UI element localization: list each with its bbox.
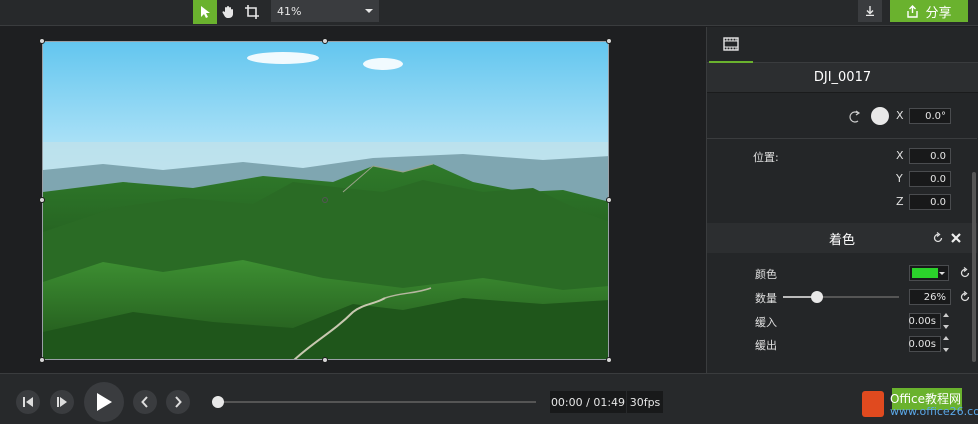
previous-marker-button[interactable] (133, 390, 157, 414)
position-z-input[interactable]: 0.0 (909, 194, 951, 210)
center-handle[interactable] (322, 197, 328, 203)
color-reset-icon[interactable] (959, 267, 971, 279)
top-toolbar: 41% 分享 (0, 0, 978, 26)
colorize-title: 着色 (828, 232, 855, 248)
play-button[interactable] (84, 382, 124, 422)
arrow-cursor-icon (201, 6, 210, 18)
amount-label: 数量 (755, 292, 777, 305)
position-z-label: Z (896, 195, 904, 208)
rotation-x-label: X (896, 109, 904, 122)
amount-slider[interactable] (783, 291, 899, 303)
rotation-section: X 0.0° (707, 94, 977, 134)
fps-display[interactable]: 30fps (627, 391, 663, 413)
panel-tabs (707, 27, 978, 63)
rotation-dial[interactable] (871, 107, 889, 125)
pan-tool-button[interactable] (216, 0, 240, 24)
share-button[interactable]: 分享 (890, 0, 968, 22)
ease-out-label: 缓出 (755, 339, 777, 352)
watermark: Office教程网 www.office26.com (858, 387, 978, 421)
resize-handle-top-right[interactable] (606, 38, 612, 44)
hand-icon (222, 6, 233, 18)
timeline-scrubber[interactable] (212, 396, 536, 408)
resize-handle-top[interactable] (322, 38, 328, 44)
office-logo-icon (862, 391, 884, 417)
film-icon (723, 37, 739, 51)
position-y-label: Y (896, 172, 903, 185)
resize-handle-top-left[interactable] (39, 38, 45, 44)
tab-visual-properties[interactable] (709, 27, 753, 63)
clip-title: DJI_0017 (707, 63, 978, 93)
step-forward-button[interactable] (50, 390, 74, 414)
step-forward-icon (57, 397, 67, 407)
reset-icon[interactable] (932, 232, 944, 244)
position-x-input[interactable]: 0.0 (909, 148, 951, 164)
resize-handle-bottom-right[interactable] (606, 357, 612, 363)
resize-handle-right[interactable] (606, 197, 612, 203)
amount-input[interactable]: 26% (909, 289, 951, 305)
color-picker[interactable] (909, 265, 949, 281)
rotate-icon (849, 110, 861, 123)
step-back-button[interactable] (16, 390, 40, 414)
chevron-down-icon (939, 272, 945, 275)
crop-tool-button[interactable] (240, 0, 264, 24)
time-display: 00:00 / 01:49 (550, 391, 626, 413)
step-back-icon (23, 397, 33, 407)
position-y-input[interactable]: 0.0 (909, 171, 951, 187)
properties-panel: DJI_0017 X 0.0° 位置: X 0.0 Y 0.0 Z 0.0 着色… (706, 27, 978, 373)
chevron-left-icon (141, 396, 148, 408)
next-marker-button[interactable] (166, 390, 190, 414)
chevron-down-icon (365, 9, 373, 13)
zoom-value: 41% (277, 4, 302, 18)
select-tool-button[interactable] (193, 0, 217, 24)
divider (707, 138, 977, 139)
color-label: 颜色 (755, 268, 777, 281)
chevron-right-icon (175, 396, 182, 408)
amount-slider-knob[interactable] (811, 291, 824, 303)
ease-in-stepper[interactable] (943, 313, 951, 329)
panel-scrollbar[interactable] (972, 172, 976, 362)
zoom-select[interactable]: 41% (271, 0, 379, 22)
ease-out-input[interactable]: 0.00s (909, 336, 941, 352)
resize-handle-bottom[interactable] (322, 357, 328, 363)
amount-reset-icon[interactable] (959, 291, 971, 303)
share-icon (907, 4, 919, 18)
crop-icon (245, 5, 259, 19)
playback-bar: 00:00 / 01:49 30fps Office教程网 www.office… (0, 373, 978, 424)
ease-out-stepper[interactable] (943, 336, 951, 352)
amount-slider-fill (783, 296, 814, 298)
canvas-area (0, 27, 706, 373)
position-label: 位置: (753, 151, 779, 164)
close-icon[interactable] (950, 232, 962, 244)
scrubber-knob[interactable] (212, 396, 224, 408)
download-button[interactable] (858, 0, 882, 22)
rotation-x-input[interactable]: 0.0° (909, 108, 951, 124)
share-label: 分享 (925, 5, 952, 21)
play-icon (97, 393, 112, 411)
resize-handle-left[interactable] (39, 197, 45, 203)
ease-in-input[interactable]: 0.00s (909, 313, 941, 329)
ease-in-label: 缓入 (755, 316, 777, 329)
position-x-label: X (896, 149, 904, 162)
colorize-header: 着色 (707, 223, 977, 253)
color-swatch (912, 268, 938, 278)
arrow-down-icon (866, 6, 874, 16)
resize-handle-bottom-left[interactable] (39, 357, 45, 363)
watermark-url: www.office26.com (890, 405, 978, 418)
